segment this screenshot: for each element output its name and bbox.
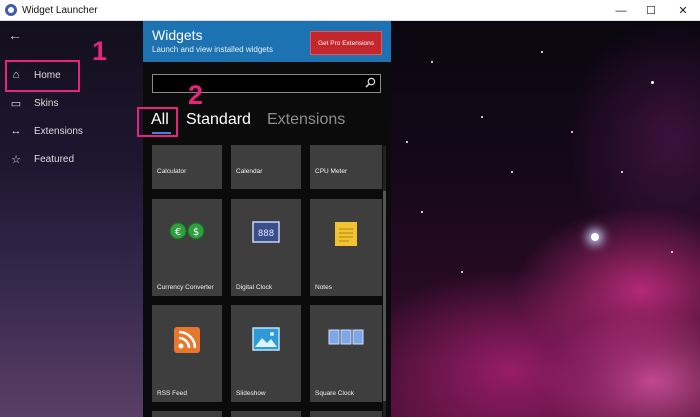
star <box>541 51 543 53</box>
scrollbar-thumb[interactable] <box>383 191 386 401</box>
star-icon: ☆ <box>11 153 21 166</box>
sidebar-item-skins[interactable]: ▭ Skins <box>0 91 143 115</box>
bright-star <box>591 233 599 241</box>
annotation-number-2: 2 <box>188 80 204 110</box>
widget-tile-calculator[interactable]: Calculator <box>152 145 222 189</box>
star <box>461 271 463 273</box>
panel-subtitle: Launch and view installed widgets <box>152 45 273 54</box>
panel-title: Widgets <box>152 27 203 43</box>
maximize-button[interactable]: ☐ <box>636 0 666 21</box>
app-icon <box>5 4 17 16</box>
minimize-button[interactable]: — <box>606 0 636 21</box>
widget-tile[interactable] <box>310 411 382 417</box>
star <box>651 81 654 84</box>
digital-clock-digits: 888 <box>258 229 274 239</box>
title-bar: Widget Launcher — ☐ ✕ <box>0 0 700 21</box>
currency-icon: € $ <box>169 222 205 240</box>
home-highlight-box <box>5 60 80 92</box>
close-button[interactable]: ✕ <box>668 0 698 21</box>
widget-tile-label: Digital Clock <box>236 284 273 291</box>
star <box>511 171 513 173</box>
widget-tile-calendar[interactable]: Calendar <box>231 145 301 189</box>
star <box>621 171 623 173</box>
widget-tile-label: Square Clock <box>315 390 355 397</box>
widget-tile-label: Calculator <box>157 168 187 175</box>
sidebar-item-featured[interactable]: ☆ Featured <box>0 147 143 171</box>
widget-tile[interactable] <box>231 411 301 417</box>
rss-icon <box>174 327 200 353</box>
widget-tile-label: Slideshow <box>236 390 266 397</box>
sidebar-item-label: Skins <box>34 97 59 109</box>
digital-clock-icon: 888 <box>252 221 280 243</box>
slideshow-icon <box>252 327 280 351</box>
search-input[interactable] <box>152 74 381 93</box>
star <box>421 211 423 213</box>
widget-tile[interactable] <box>152 411 222 417</box>
widget-tile-label: Currency Converter <box>157 284 214 291</box>
sidebar-item-label: Extensions <box>34 125 83 137</box>
widget-tile-label: CPU Meter <box>315 168 348 175</box>
star <box>406 141 408 143</box>
widget-tile-currency-converter[interactable]: € $ Currency Converter <box>152 199 222 296</box>
get-pro-extensions-button[interactable]: Get Pro Extensions <box>310 31 382 55</box>
widget-tile-cpu-meter[interactable]: CPU Meter <box>310 145 382 189</box>
notes-icon <box>335 222 357 246</box>
widget-tile-rss-feed[interactable]: RSS Feed <box>152 305 222 402</box>
tab-extensions[interactable]: Extensions <box>267 111 345 129</box>
tab-standard[interactable]: Standard <box>186 111 251 129</box>
widget-tile-digital-clock[interactable]: 888 Digital Clock <box>231 199 301 296</box>
search-icon[interactable] <box>365 77 376 88</box>
sidebar-item-extensions[interactable]: ↔ Extensions <box>0 119 143 143</box>
annotation-number-1: 1 <box>92 36 108 66</box>
dollar-symbol: $ <box>193 227 199 238</box>
widget-tile-label: Calendar <box>236 168 263 175</box>
star <box>571 131 573 133</box>
back-arrow-icon[interactable]: ← <box>8 27 22 43</box>
widget-tile-slideshow[interactable]: Slideshow <box>231 305 301 402</box>
all-tab-highlight-box <box>137 107 178 137</box>
desktop-wallpaper <box>391 21 700 417</box>
widgets-panel: Widgets Launch and view installed widget… <box>143 21 391 417</box>
window-title: Widget Launcher <box>22 4 98 16</box>
sidebar-item-label: Featured <box>34 153 75 165</box>
widget-tile-label: RSS Feed <box>157 390 187 397</box>
euro-symbol: € <box>175 227 181 238</box>
skins-icon: ▭ <box>10 97 22 110</box>
star <box>431 61 433 63</box>
star <box>671 251 673 253</box>
star <box>481 116 483 118</box>
square-clock-icon <box>328 329 364 345</box>
widget-tile-label: Notes <box>315 284 332 291</box>
widget-tile-notes[interactable]: Notes <box>310 199 382 296</box>
extensions-icon: ↔ <box>10 125 22 137</box>
widget-tile-square-clock[interactable]: Square Clock <box>310 305 382 402</box>
panel-header: Widgets Launch and view installed widget… <box>143 21 391 62</box>
